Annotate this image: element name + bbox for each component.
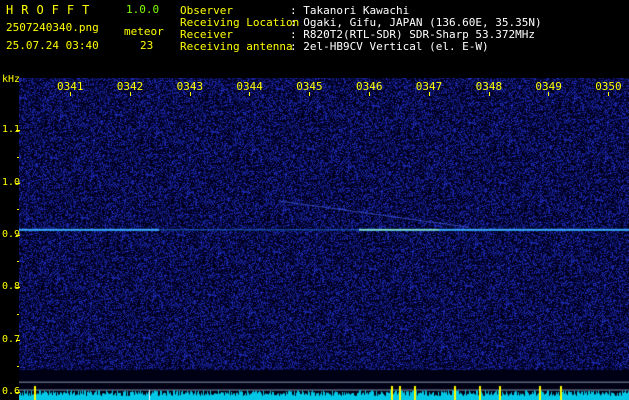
x-tick-mark [249,92,251,96]
x-tick-mark [548,92,550,96]
y-minor-tick [17,156,19,158]
y-minor-tick [17,130,19,132]
y-minor-tick [17,287,19,289]
x-tick-mark [428,92,430,96]
x-tick-mark [129,92,131,96]
info-label-antenna: Receiving antenna [180,40,293,53]
spectrogram-plot [19,78,629,400]
x-tick-mark [608,92,610,96]
app-version: 1.0.0 [126,3,160,16]
meteor-label: meteor [124,25,164,38]
spectrogram-canvas [19,78,629,400]
x-tick-mark [369,92,370,96]
datetime: 25.07.24 03:40 [6,39,99,52]
y-minor-tick [17,392,19,394]
y-minor-tick [17,235,19,237]
y-axis-label: kHz [2,74,21,85]
y-minor-tick [17,261,19,263]
info-value-antenna: : 2el-HB9CV Vertical (el. E-W) [290,40,489,53]
header-panel: HROFFT 1.0.0 2507240340.png meteor 23 25… [0,0,629,76]
y-minor-tick [17,208,19,210]
x-tick-mark [309,92,311,96]
x-tick-mark [488,92,490,96]
x-tick-mark [189,92,191,96]
meteor-count: 23 [140,39,154,52]
y-minor-tick [17,365,19,367]
y-minor-tick [17,339,19,341]
filename: 2507240340.png [6,21,99,34]
x-tick-mark [70,92,71,96]
y-minor-tick [17,313,19,315]
y-minor-tick [17,182,19,184]
app-name: HROFFT [6,3,98,17]
